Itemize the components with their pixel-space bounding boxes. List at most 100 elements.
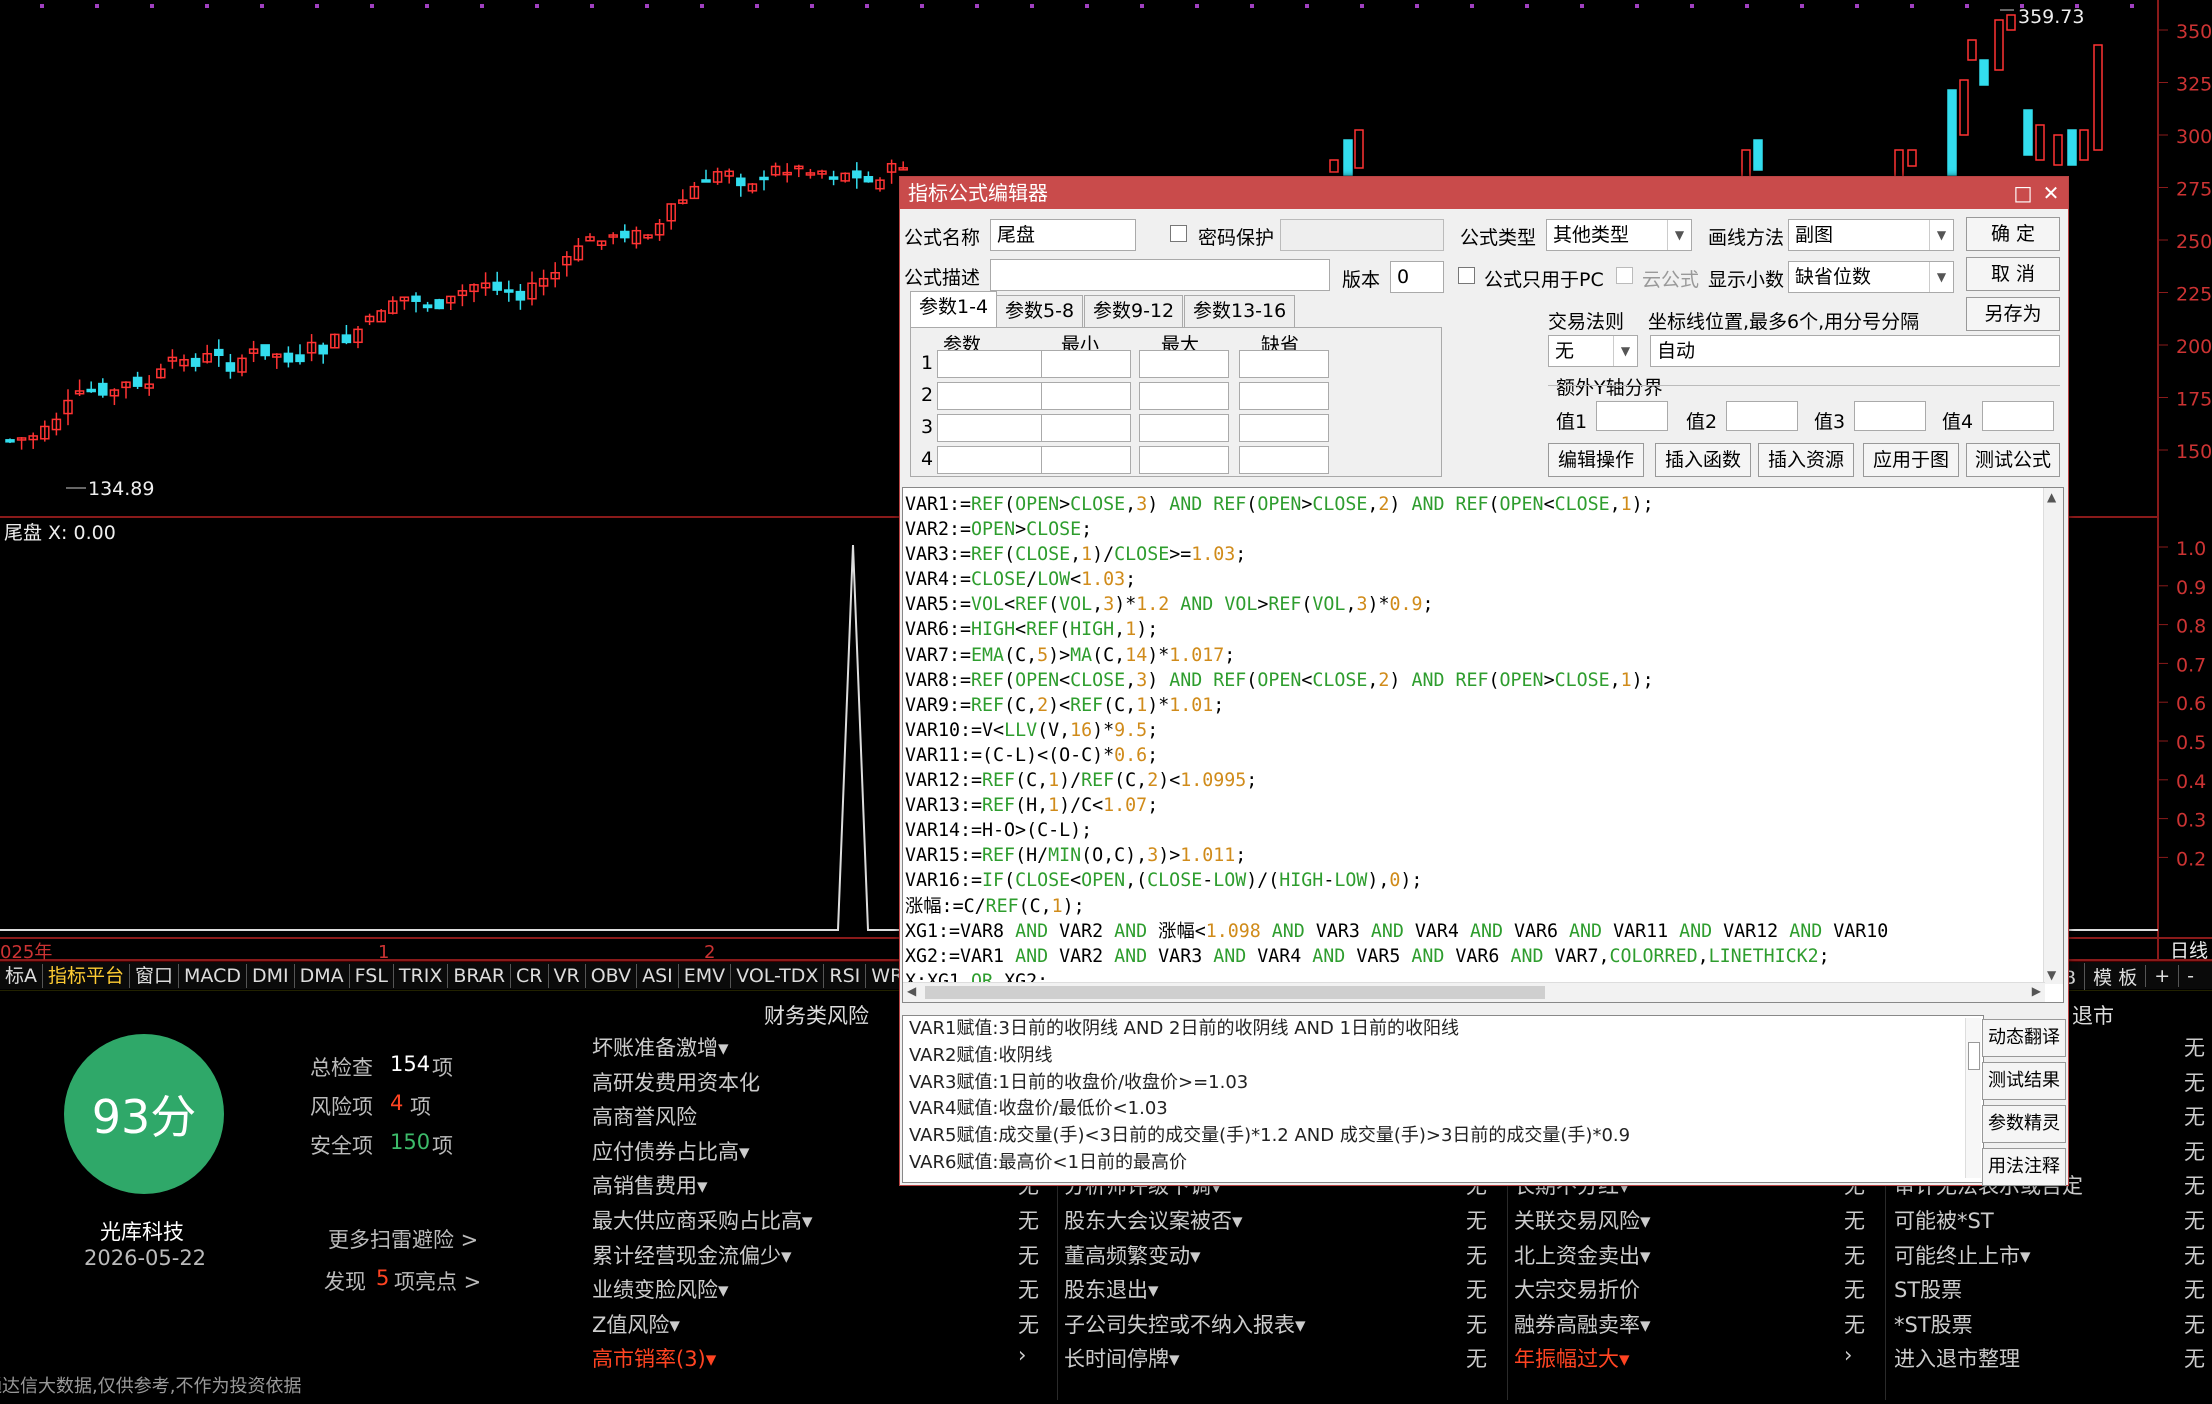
param-tab-3[interactable]: 参数9-12 (1084, 295, 1184, 327)
more-scan-link[interactable]: 更多扫雷避险 > (328, 1224, 478, 1254)
risk-item[interactable]: 关联交易风险▾ (1514, 1205, 1651, 1235)
pc-only-checkbox[interactable] (1458, 267, 1475, 284)
formula-type-select[interactable]: 其他类型 ▼ (1546, 219, 1692, 251)
risk-item[interactable]: 高市销率(3)▾ (592, 1343, 716, 1373)
code-line[interactable]: VAR11:=(C-L)<(O-C)*0.6; (905, 743, 1888, 768)
tab-rsi[interactable]: RSI (824, 963, 867, 988)
param-cell[interactable] (1139, 446, 1229, 474)
param-cell[interactable] (937, 446, 1043, 474)
param-cell[interactable] (1041, 446, 1131, 474)
formula-name-input[interactable]: 尾盘 (990, 219, 1136, 251)
risk-item[interactable]: Z值风险▾ (592, 1309, 680, 1339)
tab-vol-tdx[interactable]: VOL-TDX (731, 963, 825, 988)
param-tab-1[interactable]: 参数1-4 (910, 291, 998, 327)
param-cell[interactable] (1239, 382, 1329, 410)
tab-macd[interactable]: MACD (179, 963, 247, 988)
tabbar-right-item[interactable]: + (2145, 965, 2178, 987)
risk-item[interactable]: 年振幅过大▾ (1514, 1343, 1630, 1373)
code-line[interactable]: VAR16:=IF(CLOSE<OPEN,(CLOSE-LOW)/(HIGH-L… (905, 868, 1888, 893)
dialog-titlebar[interactable]: 指标公式编辑器 □ ✕ (900, 177, 2068, 209)
code-line[interactable]: VAR8:=REF(OPEN<CLOSE,3) AND REF(OPEN<CLO… (905, 668, 1888, 693)
param-cell[interactable] (1239, 414, 1329, 442)
code-line[interactable]: VAR13:=REF(H,1)/C<1.07; (905, 793, 1888, 818)
code-line[interactable]: VAR1:=REF(OPEN>CLOSE,3) AND REF(OPEN>CLO… (905, 492, 1888, 517)
param-cell[interactable] (937, 382, 1043, 410)
trade-rule-select[interactable]: 无 ▼ (1548, 335, 1638, 367)
formula-code-editor[interactable]: VAR1:=REF(OPEN>CLOSE,3) AND REF(OPEN>CLO… (902, 487, 2064, 1003)
action-button[interactable]: 插入资源 (1758, 443, 1854, 477)
formula-code[interactable]: VAR1:=REF(OPEN>CLOSE,3) AND REF(OPEN>CLO… (905, 492, 1888, 994)
action-button[interactable]: 编辑操作 (1548, 443, 1644, 477)
risk-item[interactable]: 可能终止上市▾ (1894, 1240, 2031, 1270)
code-line[interactable]: VAR9:=REF(C,2)<REF(C,1)*1.01; (905, 693, 1888, 718)
code-line[interactable]: VAR6:=HIGH<REF(HIGH,1); (905, 617, 1888, 642)
code-line[interactable]: VAR12:=REF(C,1)/REF(C,2)<1.0995; (905, 768, 1888, 793)
action-button[interactable]: 插入函数 (1655, 443, 1751, 477)
risk-item[interactable]: 长时间停牌▾ (1064, 1343, 1180, 1373)
tab-trix[interactable]: TRIX (394, 963, 449, 988)
close-icon[interactable]: ✕ (2036, 177, 2066, 209)
risk-item[interactable]: 股东大会议案被否▾ (1064, 1205, 1243, 1235)
version-input[interactable]: 0 (1390, 261, 1444, 293)
code-line[interactable]: XG2:=VAR1 AND VAR2 AND VAR3 AND VAR4 AND… (905, 944, 1888, 969)
code-line[interactable]: VAR10:=V<LLV(V,16)*9.5; (905, 718, 1888, 743)
risk-item[interactable]: 融券高融卖率▾ (1514, 1309, 1651, 1339)
risk-item[interactable]: 股东退出▾ (1064, 1274, 1159, 1304)
maximize-icon[interactable]: □ (2008, 177, 2038, 209)
param-cell[interactable] (937, 350, 1043, 378)
param-cell[interactable] (1139, 350, 1229, 378)
param-cell[interactable] (937, 414, 1043, 442)
param-cell[interactable] (1041, 382, 1131, 410)
risk-item[interactable]: 高研发费用资本化 (592, 1067, 760, 1097)
tab-dmi[interactable]: DMI (247, 963, 295, 988)
param-cell[interactable] (1139, 382, 1229, 410)
tab-obv[interactable]: OBV (586, 963, 638, 988)
axis-position-input[interactable]: 自动 (1650, 335, 2060, 367)
tab--a[interactable]: 标A (0, 963, 43, 988)
tab-vr[interactable]: VR (549, 963, 586, 988)
draw-method-select[interactable]: 副图 ▼ (1788, 219, 1954, 251)
risk-item[interactable]: 应付债券占比高▾ (592, 1136, 750, 1166)
code-line[interactable]: XG1:=VAR8 AND VAR2 AND 涨幅<1.098 AND VAR3… (905, 919, 1888, 944)
risk-item[interactable]: 最大供应商采购占比高▾ (592, 1205, 813, 1235)
code-line[interactable]: VAR4:=CLOSE/LOW<1.03; (905, 567, 1888, 592)
scroll-thumb[interactable] (925, 986, 1545, 999)
tab--[interactable]: 指标平台 (43, 963, 131, 988)
side-button[interactable]: 参数精灵 (1982, 1105, 2066, 1143)
code-line[interactable]: VAR5:=VOL<REF(VOL,3)*1.2 AND VOL>REF(VOL… (905, 592, 1888, 617)
risk-item[interactable]: 进入退市整理 (1894, 1343, 2020, 1373)
risk-item[interactable]: 业绩变脸风险▾ (592, 1274, 729, 1304)
risk-item[interactable]: 北上资金卖出▾ (1514, 1240, 1651, 1270)
risk-item[interactable]: ST股票 (1894, 1274, 1962, 1304)
formula-desc-input[interactable] (990, 259, 1330, 291)
cancel-button[interactable]: 取 消 (1966, 257, 2060, 291)
param-tab-2[interactable]: 参数5-8 (996, 295, 1084, 327)
code-line[interactable]: VAR14:=H-O>(C-L); (905, 818, 1888, 843)
tab-brar[interactable]: BRAR (448, 963, 512, 988)
tab-fsl[interactable]: FSL (350, 963, 394, 988)
action-button[interactable]: 应用于图 (1863, 443, 1959, 477)
extra-y-input-2[interactable] (1726, 401, 1798, 431)
decimals-select[interactable]: 缺省位数 ▼ (1788, 261, 1954, 293)
risk-item[interactable]: 子公司失控或不纳入报表▾ (1064, 1309, 1306, 1339)
found-suffix[interactable]: 项亮点 > (394, 1266, 481, 1296)
param-cell[interactable] (1041, 350, 1131, 378)
password-checkbox[interactable] (1170, 225, 1187, 242)
risk-item[interactable]: 高商誉风险 (592, 1101, 697, 1131)
tab-dma[interactable]: DMA (295, 963, 350, 988)
risk-item[interactable]: 可能被*ST (1894, 1205, 1994, 1235)
code-line[interactable]: VAR2:=OPEN>CLOSE; (905, 517, 1888, 542)
action-button[interactable]: 测试公式 (1966, 443, 2060, 477)
side-button[interactable]: 测试结果 (1982, 1062, 2066, 1100)
tab-cr[interactable]: CR (511, 963, 549, 988)
side-button[interactable]: 动态翻译 (1982, 1019, 2066, 1057)
password-input[interactable] (1280, 219, 1444, 251)
risk-item[interactable]: 累计经营现金流偏少▾ (592, 1240, 792, 1270)
extra-y-input-3[interactable] (1854, 401, 1926, 431)
param-tab-4[interactable]: 参数13-16 (1184, 295, 1296, 327)
param-cell[interactable] (1239, 446, 1329, 474)
tab--[interactable]: 窗口 (130, 963, 180, 988)
ok-button[interactable]: 确 定 (1966, 217, 2060, 251)
code-line[interactable]: 涨幅:=C/REF(C,1); (905, 894, 1888, 919)
code-line[interactable]: VAR7:=EMA(C,5)>MA(C,14)*1.017; (905, 643, 1888, 668)
